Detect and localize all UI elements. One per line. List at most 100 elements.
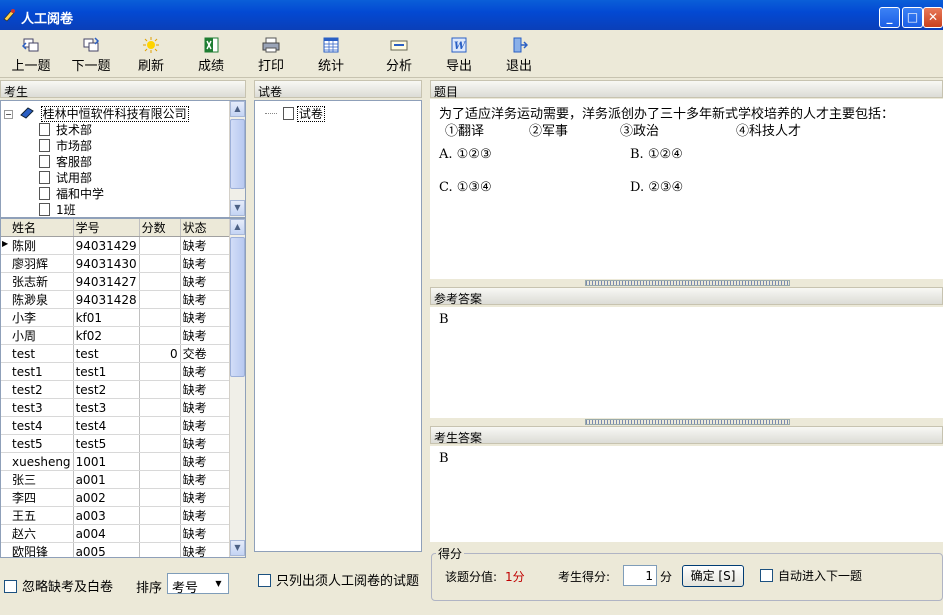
table-cell: 缺考 [180, 416, 236, 435]
question-content: 为了适应洋务运动需要，洋务派创办了三十多年新式学校培养的人才主要包括： ①翻译 … [430, 99, 943, 279]
chevron-down-icon[interactable]: ▼ [210, 575, 227, 592]
examinee-grid[interactable]: 姓名 学号 分数 状态 陈刚 ▶ 94031429 缺考 廖羽辉 94031430 缺考 张志… [0, 218, 246, 558]
auto-next-option[interactable]: 自动进入下一题 [760, 567, 862, 584]
tree-item[interactable]: 福和中学 [39, 185, 104, 201]
table-cell: 缺考 [180, 452, 236, 471]
tree-scrollbar[interactable]: ▲ ▼ [229, 101, 245, 217]
tree-item[interactable]: 市场部 [39, 137, 92, 153]
splitter[interactable] [430, 280, 943, 286]
maximize-button[interactable]: □ [902, 7, 923, 28]
column-header[interactable]: 姓名 [1, 219, 74, 237]
table-row[interactable]: test2 test2 缺考 [1, 380, 236, 399]
window-title: 人工阅卷 [21, 12, 74, 27]
paper-tree[interactable]: 试卷 [254, 100, 422, 552]
table-cell: 小李 [1, 308, 74, 327]
table-cell: xuesheng [1, 452, 74, 471]
auto-next-checkbox[interactable] [760, 569, 773, 582]
table-cell: 缺考 [180, 380, 236, 399]
table-cell: 缺考 [180, 434, 236, 453]
tree-item[interactable]: 技术部 [39, 121, 92, 137]
table-row[interactable]: 张三 a001 缺考 [1, 470, 236, 489]
student-score-label: 考生得分: [558, 570, 611, 584]
table-row[interactable]: 小李 kf01 缺考 [1, 308, 236, 327]
column-header[interactable]: 学号 [73, 219, 140, 237]
table-row[interactable]: test4 test4 缺考 [1, 416, 236, 435]
scroll-down-icon[interactable]: ▼ [230, 200, 245, 216]
scroll-up-icon[interactable]: ▲ [230, 101, 245, 117]
table-row[interactable]: 廖羽辉 94031430 缺考 [1, 254, 236, 273]
table-row[interactable]: 欧阳锋 a005 缺考 [1, 542, 236, 557]
tree-item[interactable]: 试用部 [39, 169, 92, 185]
table-row[interactable]: test1 test1 缺考 [1, 362, 236, 381]
prev-question-button[interactable]: 上一题 [10, 32, 52, 76]
table-cell: test4 [1, 416, 74, 435]
scroll-thumb[interactable] [230, 119, 245, 189]
table-cell: 缺考 [180, 308, 236, 327]
table-cell: 欧阳锋 [1, 542, 74, 557]
table-cell: 缺考 [180, 236, 236, 255]
column-header[interactable]: 分数 [139, 219, 181, 237]
scroll-up-icon[interactable]: ▲ [230, 219, 245, 235]
confirm-button[interactable]: 确定 [S] [682, 565, 744, 587]
table-row[interactable]: 陈渺泉 94031428 缺考 [1, 290, 236, 309]
print-button[interactable]: 打印 [256, 32, 286, 76]
table-cell [139, 308, 181, 327]
only-manual-checkbox[interactable] [258, 574, 271, 587]
choice: D. ②③④ [630, 180, 684, 195]
tree-root-label[interactable]: 桂林中恒软件科技有限公司 [40, 106, 189, 122]
scroll-down-icon[interactable]: ▼ [230, 540, 245, 556]
student-score-input[interactable] [623, 565, 657, 586]
ignore-absent-checkbox[interactable] [4, 580, 17, 593]
org-icon [20, 107, 34, 119]
splitter[interactable] [430, 419, 943, 425]
column-header[interactable]: 状态 [180, 219, 236, 237]
table-row[interactable]: 张志新 94031427 缺考 [1, 272, 236, 291]
refresh-button[interactable]: 刷新 [136, 32, 166, 76]
svg-text:W: W [454, 41, 467, 52]
grades-button[interactable]: 成绩 [196, 32, 226, 76]
statistics-button[interactable]: 统计 [316, 32, 346, 76]
table-cell: 王五 [1, 506, 74, 525]
ignore-absent-option[interactable]: 忽略缺考及白卷 [4, 576, 113, 595]
table-cell: 94031427 [73, 272, 140, 291]
minimize-button[interactable]: _ [879, 7, 900, 28]
table-row[interactable]: 小周 kf02 缺考 [1, 326, 236, 345]
title-bar: 人工阅卷 _ □ ✕ [0, 0, 943, 30]
table-row[interactable]: test test 0 交卷 [1, 344, 236, 363]
table-cell: 94031430 [73, 254, 140, 273]
sort-select[interactable]: 考号 ▼ [167, 573, 229, 596]
table-cell [139, 416, 181, 435]
table-row[interactable]: 赵六 a004 缺考 [1, 524, 236, 543]
table-row[interactable]: test5 test5 缺考 [1, 434, 236, 453]
only-manual-option[interactable]: 只列出须人工阅卷的试题 [258, 570, 419, 589]
exit-button[interactable]: 退出 [504, 32, 534, 76]
scroll-thumb[interactable] [230, 237, 245, 377]
table-cell [139, 236, 181, 255]
paper-item[interactable]: 试卷 [265, 105, 325, 122]
table-row[interactable]: 陈刚 ▶ 94031429 缺考 [1, 236, 236, 255]
org-tree[interactable]: − 桂林中恒软件科技有限公司 技术部 市场部 客服部 试用部 福和中学 1班 ▲… [0, 100, 246, 218]
table-cell: 李四 [1, 488, 74, 507]
table-cell: a002 [73, 488, 140, 507]
next-question-button[interactable]: 下一题 [70, 32, 112, 76]
table-row[interactable]: 王五 a003 缺考 [1, 506, 236, 525]
analysis-button[interactable]: 分析 [384, 32, 414, 76]
student-answer: B [439, 451, 449, 466]
table-cell [139, 470, 181, 489]
table-row[interactable]: 李四 a002 缺考 [1, 488, 236, 507]
collapse-icon[interactable]: − [4, 110, 13, 119]
table-icon [322, 37, 340, 53]
table-cell [139, 380, 181, 399]
table-cell [139, 326, 181, 345]
export-button[interactable]: W 导出 [444, 32, 474, 76]
grid-scrollbar[interactable]: ▲ ▼ [229, 219, 245, 557]
tree-item[interactable]: 1班 [39, 201, 76, 217]
tree-root[interactable]: − 桂林中恒软件科技有限公司 [4, 105, 189, 122]
table-row[interactable]: test3 test3 缺考 [1, 398, 236, 417]
tree-item[interactable]: 客服部 [39, 153, 92, 169]
table-cell: 赵六 [1, 524, 74, 543]
paper-header: 试卷 [254, 80, 422, 99]
table-row[interactable]: xuesheng 1001 缺考 [1, 452, 236, 471]
close-button[interactable]: ✕ [923, 7, 943, 28]
table-cell: 廖羽辉 [1, 254, 74, 273]
